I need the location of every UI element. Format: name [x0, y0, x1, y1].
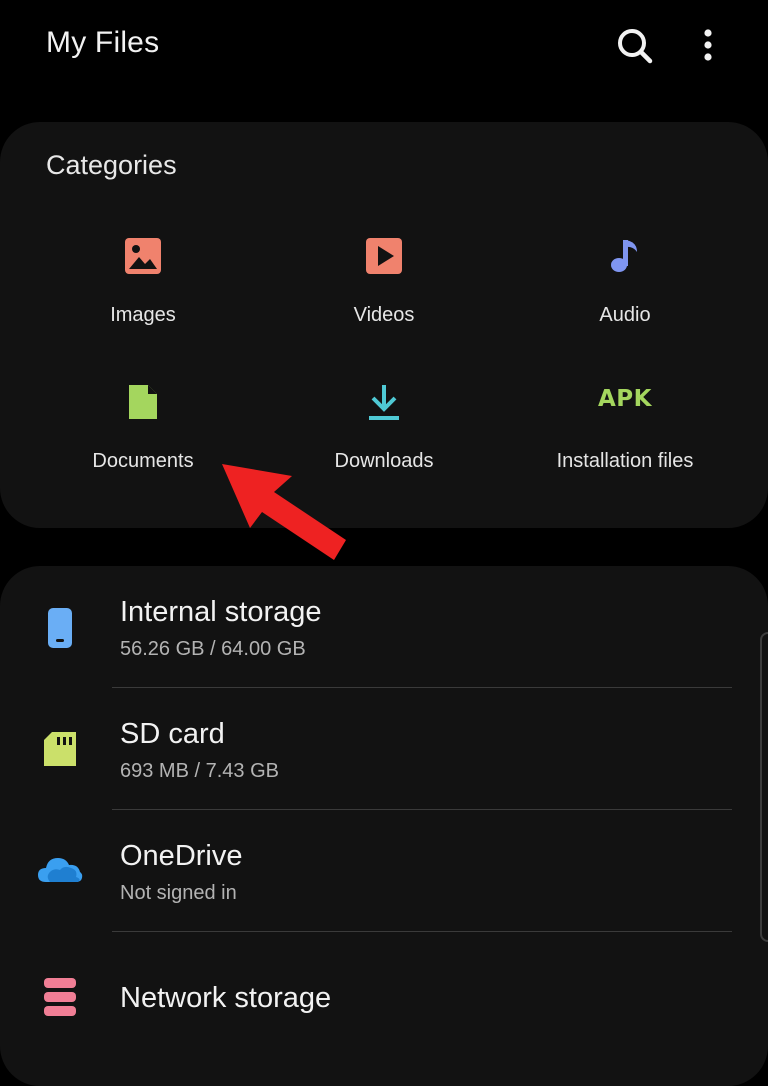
server-icon — [44, 978, 76, 1016]
document-icon — [129, 385, 157, 419]
phone-icon — [48, 608, 72, 648]
storage-status: Not signed in — [120, 882, 237, 904]
storage-name: Internal storage — [120, 596, 322, 628]
cloud-icon — [38, 858, 83, 882]
categories-title: Categories — [46, 150, 177, 180]
download-icon — [369, 385, 399, 420]
storage-name: SD card — [120, 718, 225, 750]
storage-name: Network storage — [120, 982, 332, 1014]
more-vertical-icon — [704, 29, 712, 61]
image-icon — [125, 238, 161, 274]
storage-usage: 56.26 GB / 64.00 GB — [120, 638, 306, 660]
app-bar: My Files — [0, 0, 768, 96]
scrollbar[interactable] — [760, 632, 768, 942]
categories-card: Categories Images Videos Audio Documents… — [0, 122, 768, 528]
storage-name: OneDrive — [120, 840, 243, 872]
app-title: My Files — [46, 26, 160, 59]
storage-item-network[interactable]: Network storage — [0, 932, 768, 1052]
search-button[interactable] — [612, 24, 656, 68]
category-label: Videos — [353, 304, 415, 326]
category-images[interactable]: Images — [23, 236, 263, 366]
video-play-icon — [366, 238, 402, 274]
category-installation-files[interactable]: APK Installation files — [505, 382, 745, 512]
apk-icon: APK — [598, 386, 652, 412]
category-label: Installation files — [556, 450, 694, 472]
category-label: Images — [110, 304, 176, 326]
storage-usage: 693 MB / 7.43 GB — [120, 760, 279, 782]
more-options-button[interactable] — [690, 24, 726, 68]
category-label: Audio — [599, 304, 651, 326]
red-pointer-arrow — [222, 464, 346, 560]
storage-item-internal[interactable]: Internal storage 56.26 GB / 64.00 GB — [0, 566, 768, 686]
storage-item-onedrive[interactable]: OneDrive Not signed in — [0, 810, 768, 930]
search-icon — [618, 29, 653, 64]
category-videos[interactable]: Videos — [264, 236, 504, 366]
music-note-icon — [611, 240, 637, 272]
category-audio[interactable]: Audio — [505, 236, 745, 366]
sd-card-icon — [44, 732, 76, 766]
storage-item-sd-card[interactable]: SD card 693 MB / 7.43 GB — [0, 688, 768, 808]
storage-card: Internal storage 56.26 GB / 64.00 GB SD … — [0, 566, 768, 1086]
